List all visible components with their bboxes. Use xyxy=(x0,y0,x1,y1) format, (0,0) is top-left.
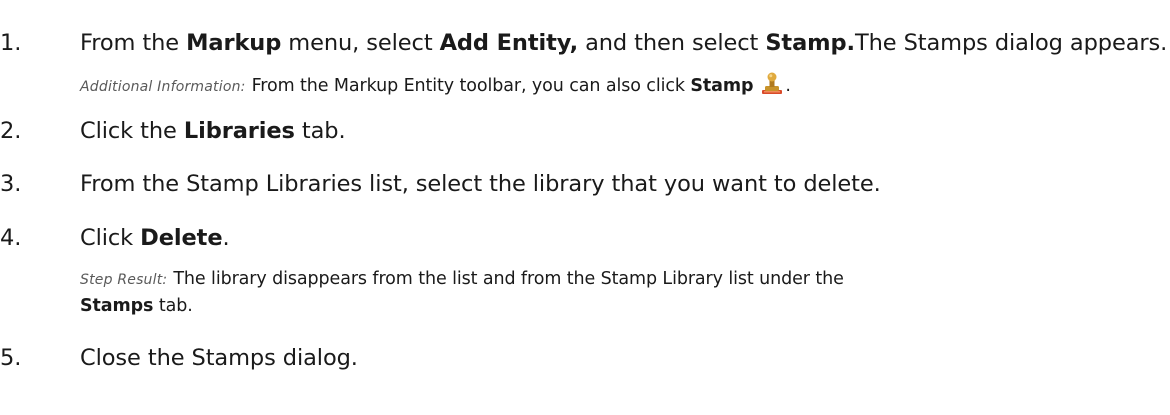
tab-name: Stamps xyxy=(80,296,154,316)
note-text: From the Markup Entity toolbar, you can … xyxy=(251,76,691,96)
stamp-icon xyxy=(759,71,785,105)
step-text: From the Markup menu, select Add Entity,… xyxy=(80,28,1170,59)
step-text-part: menu, select xyxy=(281,30,440,56)
step-result-note: Step Result: The library disappears from … xyxy=(80,266,1170,319)
step-text-part: The Stamps dialog appears. xyxy=(854,30,1168,56)
step-number: 1. xyxy=(0,30,22,56)
step-text-part: tab. xyxy=(294,118,346,144)
step-4: 4. Click Delete. Step Result: The library… xyxy=(0,223,1170,319)
tab-name: Libraries xyxy=(183,118,295,144)
additional-info-note: Additional Information: From the Markup E… xyxy=(80,71,1170,105)
step-text: Close the Stamps dialog. xyxy=(80,343,1170,374)
step-text-part: From the Stamp Libraries list, select th… xyxy=(80,171,881,197)
step-text: From the Stamp Libraries list, select th… xyxy=(80,169,1170,200)
step-text-part: Click xyxy=(80,225,141,251)
note-label: Step Result: xyxy=(80,272,168,288)
note-text: The library disappears from the list and… xyxy=(173,269,844,289)
step-number: 3. xyxy=(0,171,22,197)
step-text-part: . xyxy=(222,225,230,251)
step-number: 5. xyxy=(0,345,22,371)
step-text-part: and then select xyxy=(578,30,766,56)
step-5: 5. Close the Stamps dialog. xyxy=(0,343,1170,374)
step-1: 1. From the Markup menu, select Add Enti… xyxy=(0,28,1170,105)
menu-name: Markup xyxy=(186,30,282,56)
note-text: tab. xyxy=(153,296,193,316)
procedure-steps: 1. From the Markup menu, select Add Enti… xyxy=(0,0,1170,374)
submenu-item-name: Stamp. xyxy=(765,30,855,56)
menu-item-name: Add Entity, xyxy=(439,30,579,56)
step-text-part: Close the Stamps dialog. xyxy=(80,345,358,371)
step-text: Click the Libraries tab. xyxy=(80,116,1170,147)
step-text-part: Click the xyxy=(80,118,184,144)
button-name: Delete xyxy=(140,225,223,251)
step-text: Click Delete. xyxy=(80,223,1170,254)
note-label: Additional Information: xyxy=(80,79,246,95)
note-text: . xyxy=(785,76,791,96)
step-number: 4. xyxy=(0,225,22,251)
step-3: 3. From the Stamp Libraries list, select… xyxy=(0,169,1170,200)
toolbar-button-name: Stamp xyxy=(690,76,754,96)
step-text-part: From the xyxy=(80,30,187,56)
step-number: 2. xyxy=(0,118,22,144)
step-2: 2. Click the Libraries tab. xyxy=(0,116,1170,147)
